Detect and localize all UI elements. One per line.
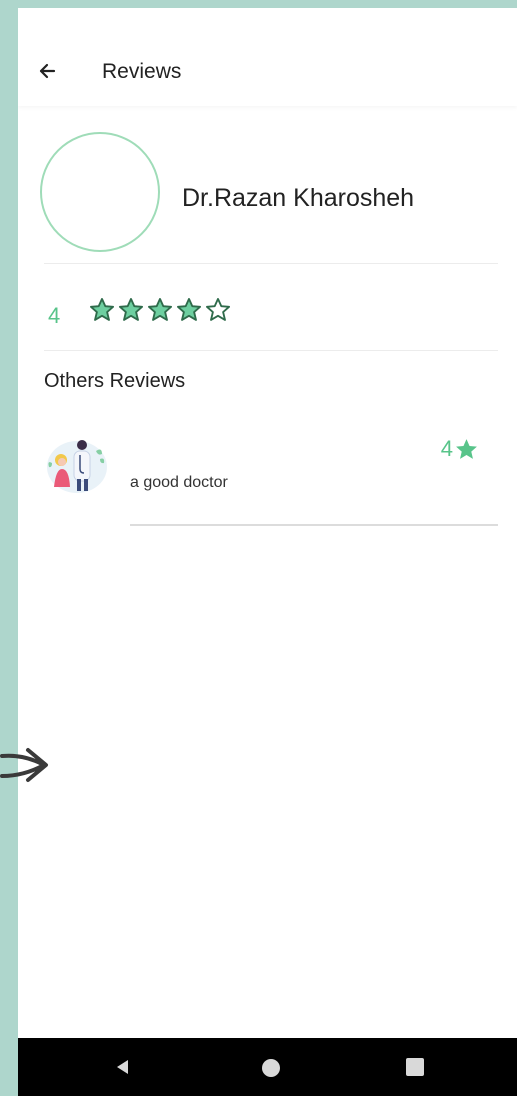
app-screen: Reviews Dr.Razan Kharosheh 4 Others Revi… [18,8,517,1096]
doctor-patient-illustration [44,433,110,495]
divider [44,263,498,264]
star-rating [88,296,232,324]
star-filled-icon [456,438,477,459]
doctor-name: Dr.Razan Kharosheh [182,184,415,212]
review-list-item[interactable]: 4 a good doctor [18,423,517,538]
nav-back-button[interactable] [114,1058,132,1076]
recents-square-icon[interactable] [406,1058,424,1076]
star-filled-icon [89,297,115,321]
review-rating: 4 [441,436,479,462]
system-nav-bar [18,1038,517,1096]
divider [44,350,498,351]
star-filled-icon [176,297,202,321]
review-rating-value: 4 [440,436,453,461]
page-title: Reviews [102,60,182,83]
star-filled-icon [118,297,144,321]
review-divider [130,524,498,526]
review-text: a good doctor [130,474,228,491]
star-filled-icon [147,297,173,321]
doctor-avatar [40,132,160,252]
app-bar: Reviews [18,8,517,106]
back-button[interactable] [32,54,66,88]
back-triangle-icon [117,1060,128,1074]
star-outline-icon [205,297,231,321]
annotation-arrow-icon [0,748,48,782]
arrow-left-icon [39,63,56,79]
rating-value: 4 [48,303,61,328]
others-reviews-heading: Others Reviews [44,370,186,392]
home-circle-icon[interactable] [262,1059,280,1077]
